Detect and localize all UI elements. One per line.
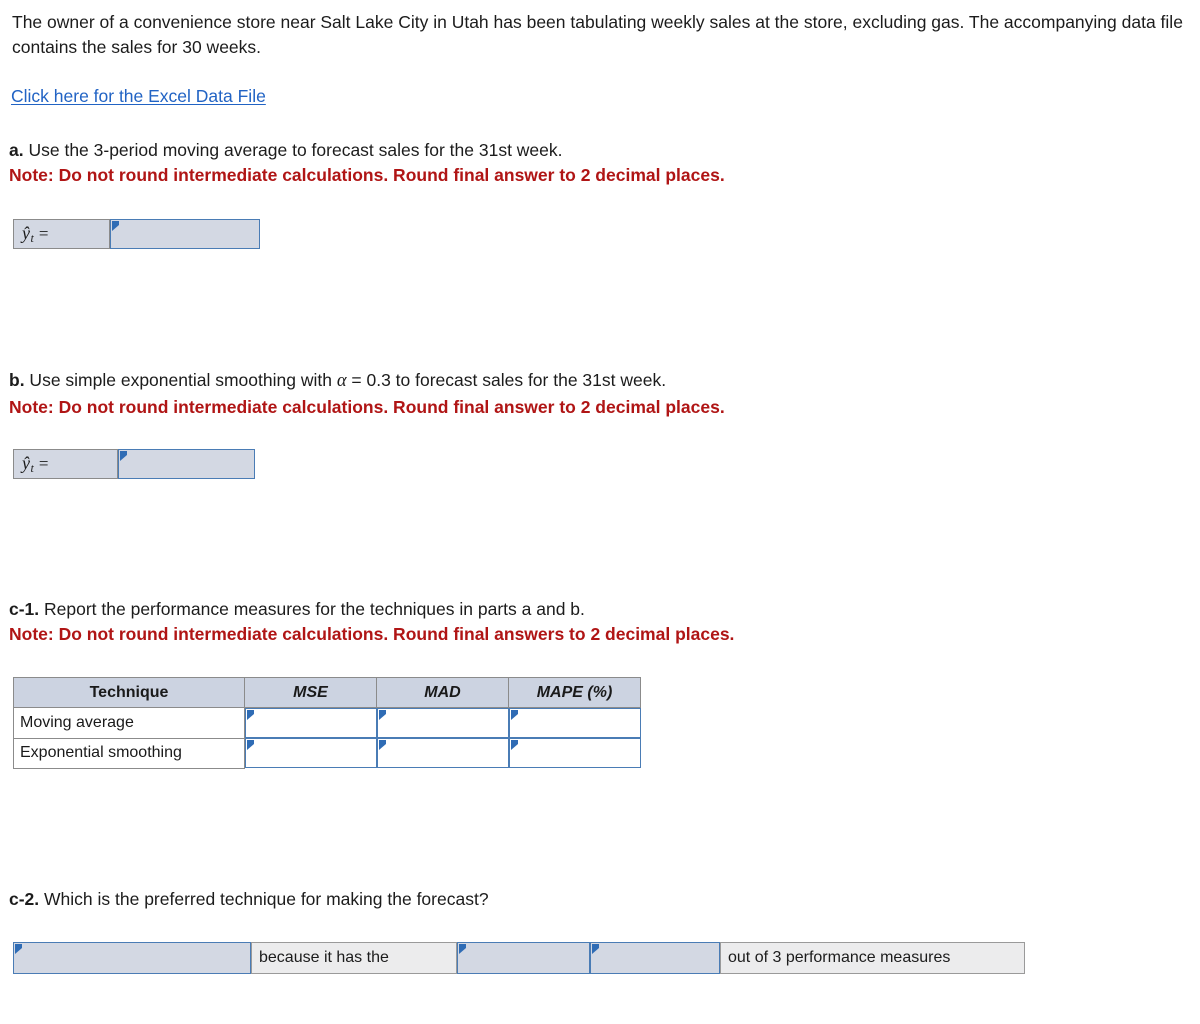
part-c1-question: c-1. Report the performance measures for… [9,597,1169,622]
c2-trailing-text: out of 3 performance measures [720,942,1025,974]
header-mape: MAPE (%) [508,677,641,708]
equals-sign: = [38,454,49,473]
part-c2-lead: c-2. [9,889,40,909]
select-measure-count[interactable] [590,942,720,974]
problem-statement: The owner of a convenience store near Sa… [12,12,1183,57]
part-c1-block: c-1. Report the performance measures for… [9,597,1169,648]
part-b-question: b. Use simple exponential smoothing with… [9,368,1169,395]
row-label-exponential-smoothing: Exponential smoothing [13,737,245,769]
part-b-note: Note: Do not round intermediate calculat… [9,396,725,417]
input-moving-average-mad[interactable] [376,708,509,738]
header-mad: MAD [376,677,509,708]
cell-moving-average-mse-wrapper [244,707,377,738]
part-c1-lead: c-1. [9,599,40,619]
select-comparison-qualifier[interactable] [457,942,590,974]
cell-moving-average-mape-wrapper [508,707,641,738]
equals-sign: = [38,224,49,243]
part-a-question-text: Use the 3-period moving average to forec… [23,140,563,160]
row-label-moving-average: Moving average [13,707,245,739]
part-b-answer-row: ŷt = [13,449,255,479]
performance-measures-table: Technique MSE MAD MAPE (%) Moving averag… [13,677,641,769]
input-moving-average-mape[interactable] [508,708,641,738]
cell-exponential-smoothing-mse-wrapper [244,738,377,768]
header-technique: Technique [13,677,245,708]
y-hat-symbol: ŷt [22,452,34,475]
input-exponential-smoothing-mad[interactable] [376,738,509,768]
alpha-symbol: α [336,371,347,391]
part-c2-answer-row: because it has the out of 3 performance … [13,942,1025,974]
input-exponential-smoothing-mape[interactable] [508,738,641,768]
cell-exponential-smoothing-mape-wrapper [508,738,641,768]
y-hat-symbol: ŷt [22,222,34,245]
part-c2-block: c-2. Which is the preferred technique fo… [9,887,1169,912]
part-b-lead: b. [9,370,25,390]
part-a-answer-row: ŷt = [13,219,260,249]
worksheet-page: The owner of a convenience store near Sa… [0,0,1200,1024]
part-b-question-text-after: = 0.3 to forecast sales for the 31st wee… [346,370,667,390]
input-moving-average-mse[interactable] [245,708,377,738]
part-c1-note: Note: Do not round intermediate calculat… [9,624,735,645]
header-mse: MSE [244,677,377,708]
part-a-answer-input[interactable] [110,219,260,249]
part-a-question: a. Use the 3-period moving average to fo… [9,138,1169,163]
input-exponential-smoothing-mse[interactable] [245,738,377,768]
part-a-block: a. Use the 3-period moving average to fo… [9,138,1169,189]
select-preferred-technique[interactable] [13,942,251,974]
cell-moving-average-mad-wrapper [376,707,509,738]
table-row: Exponential smoothing [13,737,641,769]
part-c2-question: c-2. Which is the preferred technique fo… [9,887,1169,912]
part-a-lead: a. [9,140,24,160]
table-row: Moving average [13,707,641,739]
table-header-row: Technique MSE MAD MAPE (%) [13,677,641,708]
part-c2-question-text: Which is the preferred technique for mak… [39,889,489,909]
c2-middle-text: because it has the [251,942,457,974]
part-b-answer-label: ŷt = [13,449,118,479]
part-b-answer-input[interactable] [118,449,255,479]
excel-data-file-link[interactable]: Click here for the Excel Data File [11,86,266,107]
cell-exponential-smoothing-mad-wrapper [376,738,509,768]
part-a-note: Note: Do not round intermediate calculat… [9,165,725,186]
part-a-answer-label: ŷt = [13,219,110,249]
part-b-block: b. Use simple exponential smoothing with… [9,368,1169,420]
part-c1-question-text: Report the performance measures for the … [39,599,585,619]
part-b-question-text-before: Use simple exponential smoothing with [24,370,337,390]
